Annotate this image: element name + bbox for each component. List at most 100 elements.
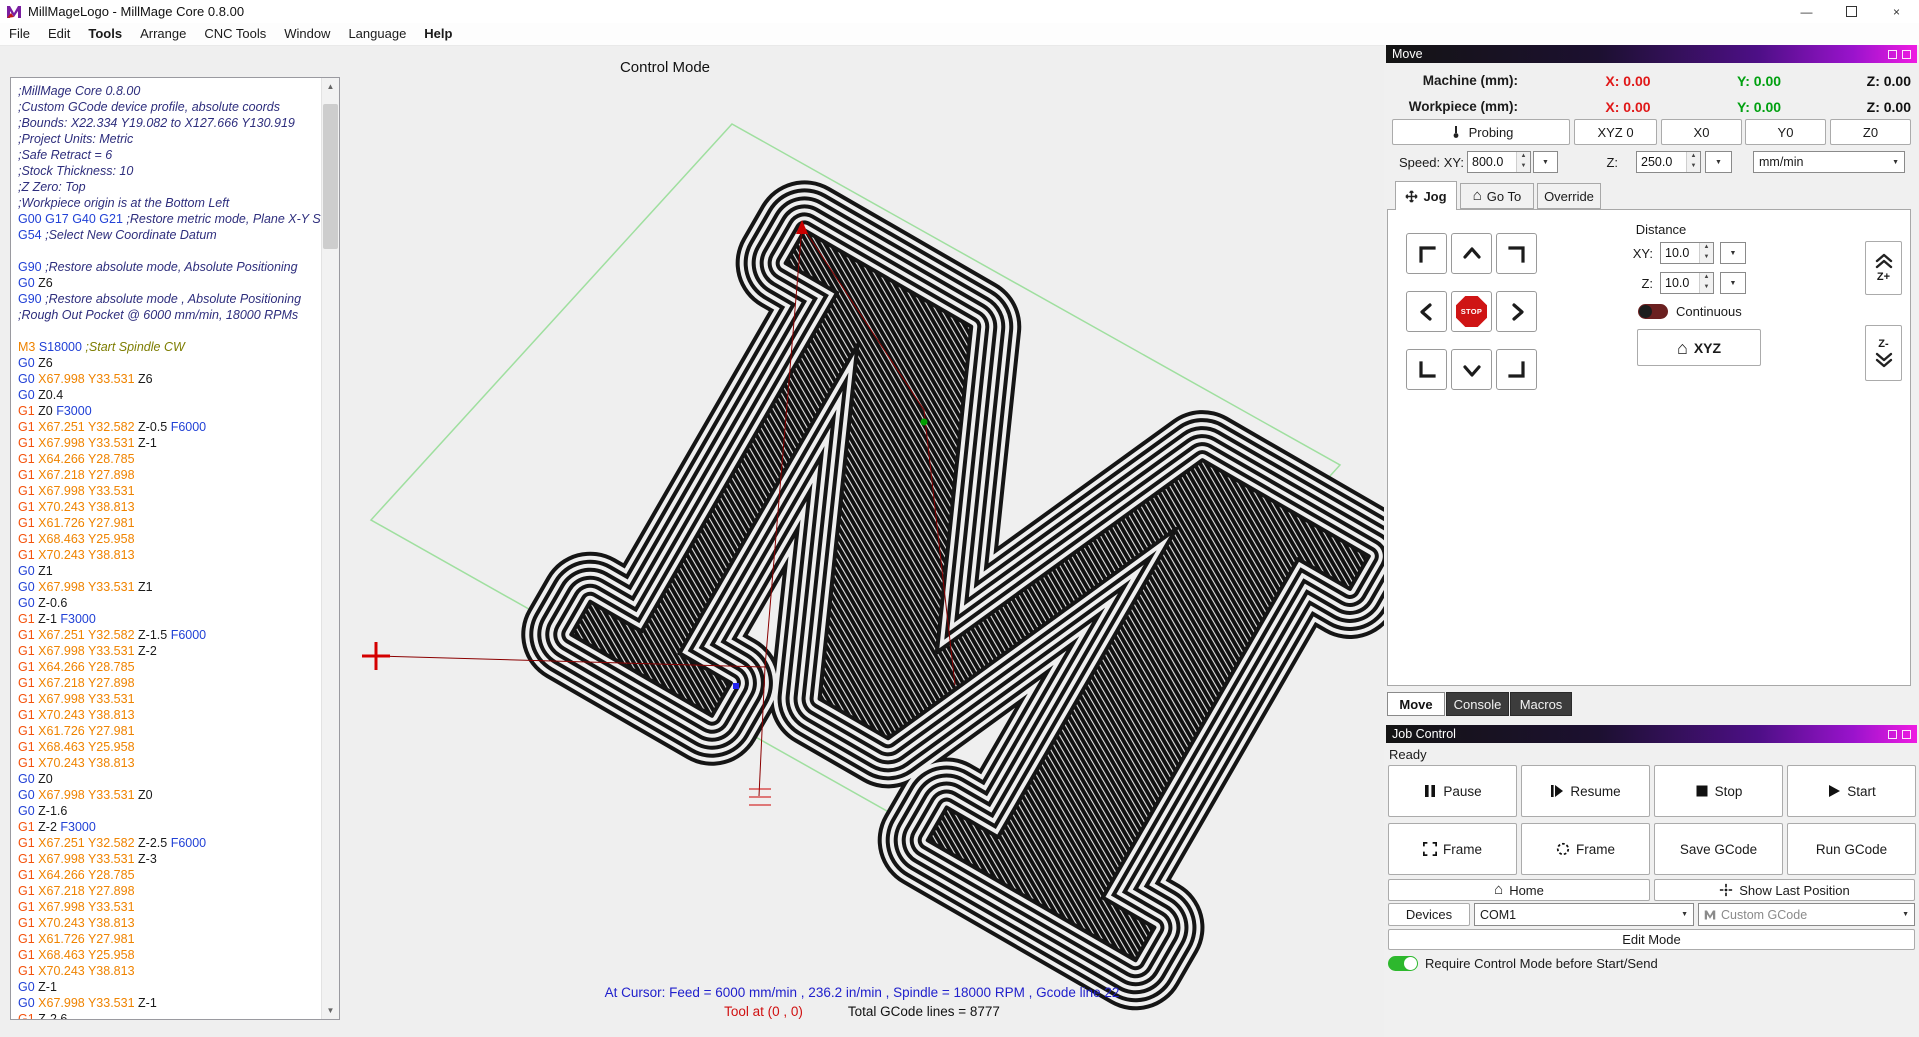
gcode-line[interactable]: M3 S18000 ;Start Spindle CW — [18, 339, 321, 355]
frame-circle-button[interactable]: Frame — [1521, 823, 1650, 875]
resume-button[interactable]: Resume — [1521, 765, 1650, 817]
gcode-line[interactable]: G1 X64.266 Y28.785 — [18, 867, 321, 883]
run-gcode-button[interactable]: Run GCode — [1787, 823, 1916, 875]
devices-button[interactable]: Devices — [1388, 903, 1470, 926]
gcode-line[interactable]: G0 Z6 — [18, 275, 321, 291]
gcode-line[interactable]: G1 X70.243 Y38.813 — [18, 547, 321, 563]
jog-left-button[interactable] — [1406, 291, 1447, 332]
frame-rect-button[interactable]: Frame — [1388, 823, 1517, 875]
gcode-line[interactable]: G1 X67.218 Y27.898 — [18, 467, 321, 483]
gcode-line[interactable]: G0 Z0.4 — [18, 387, 321, 403]
distance-z-dropdown[interactable]: ▼ — [1720, 272, 1746, 294]
gcode-scrollbar[interactable]: ▲ ▼ — [321, 78, 339, 1019]
close-button[interactable]: × — [1874, 0, 1919, 23]
menu-file[interactable]: File — [0, 23, 39, 45]
toolpath-viewport[interactable]: M M M M M M M M M M M M M — [340, 45, 1384, 1037]
gcode-line[interactable]: G1 X70.243 Y38.813 — [18, 707, 321, 723]
require-control-mode-toggle[interactable] — [1388, 956, 1418, 971]
gcode-line[interactable]: G1 X67.251 Y32.582 Z-2.5 F6000 — [18, 835, 321, 851]
gcode-line[interactable]: G1 Z-2.6 — [18, 1011, 321, 1020]
gcode-line[interactable]: G90 ;Restore absolute mode , Absolute Po… — [18, 291, 321, 307]
gcode-line[interactable]: G1 X67.218 Y27.898 — [18, 883, 321, 899]
gcode-line[interactable] — [18, 243, 321, 259]
gcode-line[interactable]: G1 X64.266 Y28.785 — [18, 451, 321, 467]
gcode-line[interactable]: G1 Z0 F3000 — [18, 403, 321, 419]
scroll-up-icon[interactable]: ▲ — [322, 78, 339, 95]
jog-down-left-button[interactable] — [1406, 349, 1447, 390]
spin-up-icon[interactable]: ▲ — [1517, 152, 1530, 162]
gcode-line[interactable]: G1 X61.726 Y27.981 — [18, 723, 321, 739]
gcode-line[interactable]: G54 ;Select New Coordinate Datum — [18, 227, 321, 243]
spin-up-icon[interactable]: ▲ — [1687, 152, 1700, 162]
device-profile-combobox[interactable]: Custom GCode ▼ — [1698, 903, 1915, 926]
gcode-line[interactable]: G1 X67.998 Y33.531 — [18, 483, 321, 499]
gcode-line[interactable]: G1 X64.266 Y28.785 — [18, 659, 321, 675]
spin-down-icon[interactable]: ▼ — [1700, 253, 1713, 263]
gcode-line[interactable]: ;Workpiece origin is at the Bottom Left — [18, 195, 321, 211]
gcode-line[interactable]: G0 Z-0.6 — [18, 595, 321, 611]
distance-xy-input[interactable] — [1661, 243, 1699, 263]
gcode-line[interactable]: G1 X70.243 Y38.813 — [18, 755, 321, 771]
distance-z-input[interactable] — [1661, 273, 1699, 293]
gcode-line[interactable]: ;Custom GCode device profile, absolute c… — [18, 99, 321, 115]
gcode-line[interactable]: ;Stock Thickness: 10 — [18, 163, 321, 179]
scrollbar-thumb[interactable] — [323, 104, 338, 249]
gcode-line[interactable]: ;Rough Out Pocket @ 6000 mm/min, 18000 R… — [18, 307, 321, 323]
gcode-line[interactable]: G1 X67.998 Y33.531 Z-2 — [18, 643, 321, 659]
gcode-line[interactable]: G0 X67.998 Y33.531 Z-1 — [18, 995, 321, 1011]
probing-button[interactable]: Probing — [1392, 119, 1570, 145]
panel-collapse-icon[interactable] — [1902, 50, 1911, 59]
gcode-line[interactable]: G1 X67.218 Y27.898 — [18, 675, 321, 691]
gcode-line[interactable]: ;MillMage Core 0.8.00 — [18, 83, 321, 99]
xyz-home-button[interactable]: ⌂ XYZ — [1637, 329, 1761, 366]
gcode-line[interactable]: G1 X67.998 Y33.531 — [18, 899, 321, 915]
edit-mode-button[interactable]: Edit Mode — [1388, 929, 1915, 950]
menu-window[interactable]: Window — [275, 23, 339, 45]
xyz-zero-button[interactable]: XYZ 0 — [1574, 119, 1657, 145]
speed-xy-input[interactable] — [1468, 152, 1516, 172]
tab-macros[interactable]: Macros — [1510, 692, 1572, 716]
gcode-line[interactable]: G1 X67.998 Y33.531 Z-1 — [18, 435, 321, 451]
spin-down-icon[interactable]: ▼ — [1700, 283, 1713, 293]
jog-down-right-button[interactable] — [1496, 349, 1537, 390]
menu-language[interactable]: Language — [339, 23, 415, 45]
gcode-line[interactable]: G1 X68.463 Y25.958 — [18, 531, 321, 547]
z-zero-button[interactable]: Z0 — [1830, 119, 1911, 145]
jog-stop-button[interactable]: STOP — [1451, 291, 1492, 332]
jog-up-right-button[interactable] — [1496, 233, 1537, 274]
gcode-line[interactable]: ;Project Units: Metric — [18, 131, 321, 147]
gcode-editor-panel[interactable]: ;MillMage Core 0.8.00;Custom GCode devic… — [10, 77, 340, 1020]
panel-collapse-icon[interactable] — [1902, 730, 1911, 739]
show-last-position-button[interactable]: Show Last Position — [1654, 879, 1915, 901]
gcode-line[interactable]: ;Bounds: X22.334 Y19.082 to X127.666 Y13… — [18, 115, 321, 131]
gcode-line[interactable] — [18, 323, 321, 339]
jog-up-left-button[interactable] — [1406, 233, 1447, 274]
gcode-line[interactable]: G1 X70.243 Y38.813 — [18, 499, 321, 515]
gcode-line[interactable]: G0 X67.998 Y33.531 Z6 — [18, 371, 321, 387]
z-down-button[interactable]: Z- — [1865, 325, 1902, 381]
x-zero-button[interactable]: X0 — [1661, 119, 1742, 145]
menu-help[interactable]: Help — [415, 23, 461, 45]
gcode-line[interactable]: G1 X67.251 Y32.582 Z-0.5 F6000 — [18, 419, 321, 435]
com-port-combobox[interactable]: COM1▼ — [1474, 903, 1694, 926]
panel-pin-icon[interactable] — [1888, 50, 1897, 59]
gcode-line[interactable]: G0 Z-1 — [18, 979, 321, 995]
tab-override[interactable]: Override — [1537, 183, 1601, 209]
gcode-line[interactable]: G90 ;Restore absolute mode, Absolute Pos… — [18, 259, 321, 275]
stop-button[interactable]: Stop — [1654, 765, 1783, 817]
gcode-line[interactable]: G1 X68.463 Y25.958 — [18, 947, 321, 963]
spin-up-icon[interactable]: ▲ — [1700, 243, 1713, 253]
gcode-line[interactable]: G0 X67.998 Y33.531 Z0 — [18, 787, 321, 803]
gcode-line[interactable]: G1 Z-1 F3000 — [18, 611, 321, 627]
gcode-line[interactable]: G0 Z1 — [18, 563, 321, 579]
spin-up-icon[interactable]: ▲ — [1700, 273, 1713, 283]
speed-z-input[interactable] — [1637, 152, 1686, 172]
gcode-line[interactable]: G1 X70.243 Y38.813 — [18, 915, 321, 931]
continuous-toggle[interactable] — [1638, 304, 1668, 319]
speed-z-dropdown[interactable]: ▼ — [1705, 151, 1732, 173]
z-up-button[interactable]: Z+ — [1865, 241, 1902, 295]
gcode-line[interactable]: G1 X67.251 Y32.582 Z-1.5 F6000 — [18, 627, 321, 643]
gcode-line[interactable]: G0 X67.998 Y33.531 Z1 — [18, 579, 321, 595]
jog-down-button[interactable] — [1451, 349, 1492, 390]
pause-button[interactable]: Pause — [1388, 765, 1517, 817]
